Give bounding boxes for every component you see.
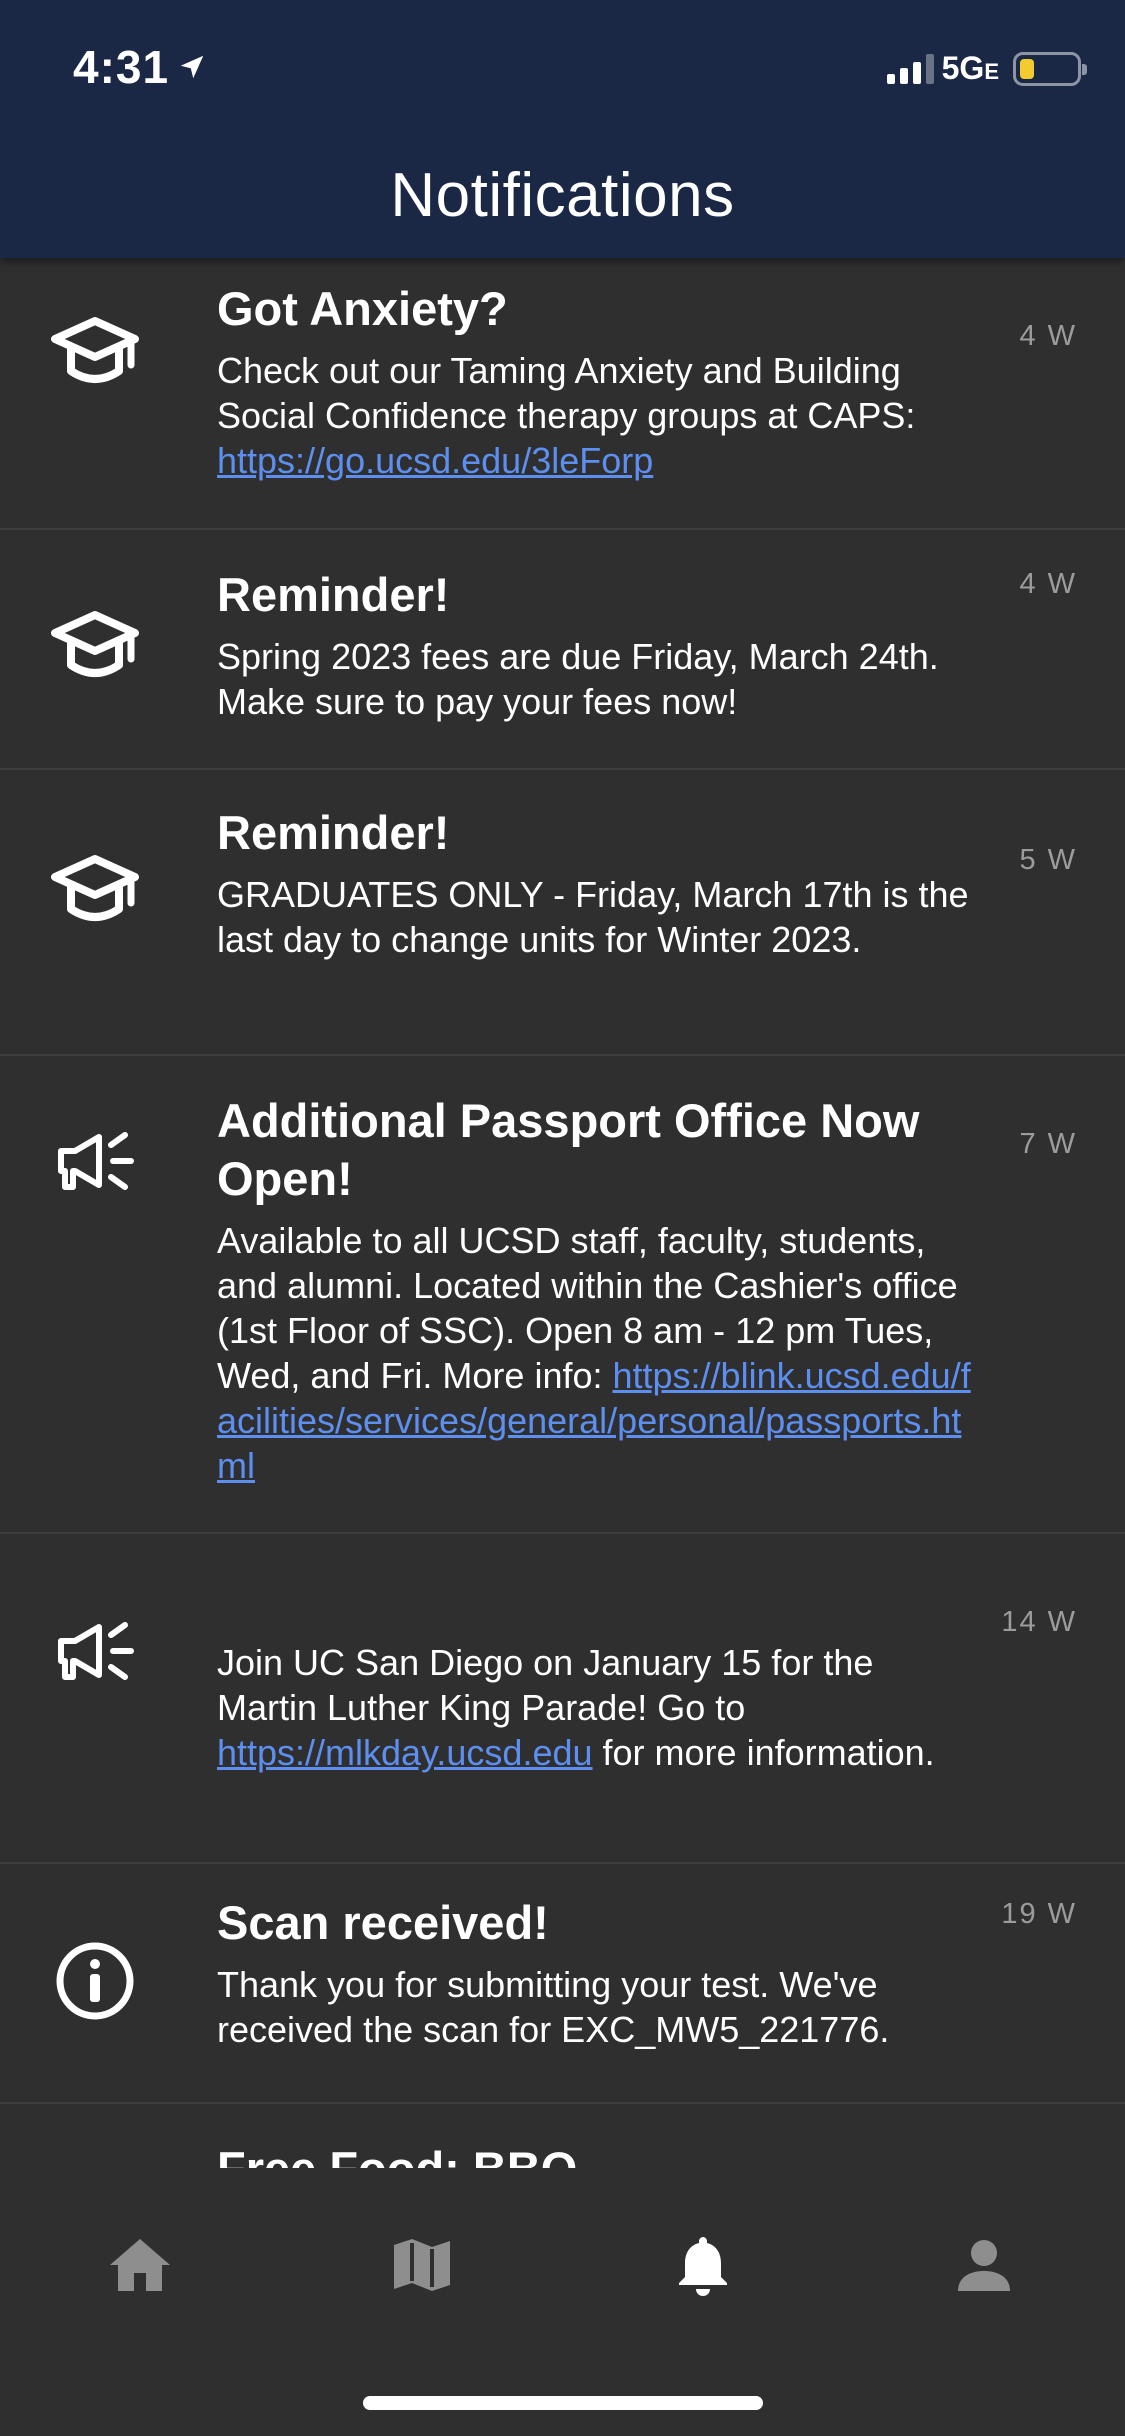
page-title: Notifications	[390, 161, 735, 230]
notification-body: Available to all UCSD staff, faculty, st…	[217, 1218, 975, 1488]
info-icon	[50, 1936, 140, 2026]
graduation-cap-icon	[50, 846, 140, 936]
graduation-cap-icon	[50, 602, 140, 692]
location-arrow-icon	[180, 55, 204, 79]
home-indicator[interactable]	[363, 2396, 763, 2410]
status-bar: 4:31 5GE	[0, 0, 1125, 140]
notification-item[interactable]: Reminder! Spring 2023 fees are due Frida…	[0, 530, 1125, 770]
notification-age: 4 W	[1019, 320, 1077, 352]
notification-title: Free Food: BBQ	[217, 2140, 975, 2168]
map-icon	[394, 2239, 450, 2291]
notification-link[interactable]: https://go.ucsd.edu/3leForp	[217, 440, 653, 481]
status-indicators: 5GE	[886, 50, 1087, 87]
notification-text: Check out our Taming Anxiety and Buildin…	[217, 350, 916, 436]
notification-text-after: for more information.	[592, 1732, 935, 1773]
notification-body: Join UC San Diego on January 15 for the …	[217, 1640, 975, 1775]
notification-age: 14 W	[1001, 1606, 1077, 1638]
notification-title: Got Anxiety?	[217, 282, 508, 335]
megaphone-icon	[50, 1116, 140, 1206]
notification-title: Reminder!	[217, 806, 450, 859]
notification-body: GRADUATES ONLY - Friday, March 17th is t…	[217, 874, 969, 960]
notification-body: Spring 2023 fees are due Friday, March 2…	[217, 636, 939, 722]
battery-level	[1020, 58, 1034, 79]
network-label: 5G	[941, 50, 985, 86]
person-icon	[958, 2240, 1010, 2291]
tab-map[interactable]	[382, 2225, 462, 2305]
tab-profile[interactable]	[944, 2225, 1024, 2305]
notification-title: Additional Passport Office Now Open!	[217, 1094, 920, 1205]
notification-age: 5 W	[1019, 844, 1077, 876]
notification-age: 7 W	[1019, 1128, 1077, 1160]
home-icon	[110, 2239, 170, 2291]
network-type: 5GE	[942, 50, 999, 87]
battery-icon	[1013, 51, 1087, 86]
notification-link[interactable]: https://mlkday.ucsd.edu	[217, 1732, 593, 1773]
notification-list[interactable]: Got Anxiety? Check out our Taming Anxiet…	[0, 258, 1125, 2168]
notification-text: Join UC San Diego on January 15 for the …	[217, 1642, 874, 1728]
notification-title: Reminder!	[217, 568, 450, 621]
notification-age: 19 W	[1001, 1898, 1077, 1930]
notification-item[interactable]: Additional Passport Office Now Open! Ava…	[0, 1056, 1125, 1534]
notification-age: 4 W	[1019, 568, 1077, 600]
tab-home[interactable]	[100, 2225, 180, 2305]
megaphone-icon	[50, 1606, 140, 1696]
notification-title: Scan received!	[217, 1896, 549, 1949]
graduation-cap-icon	[50, 308, 140, 398]
network-suffix: E	[984, 59, 999, 84]
notification-item[interactable]: Got Anxiety? Check out our Taming Anxiet…	[0, 258, 1125, 530]
notification-item[interactable]: Reminder! GRADUATES ONLY - Friday, March…	[0, 770, 1125, 1056]
notification-item[interactable]: Free Food: BBQ	[0, 2104, 1125, 2168]
status-time: 4:31	[73, 40, 207, 94]
notification-body: Check out our Taming Anxiety and Buildin…	[217, 348, 975, 483]
tab-notifications[interactable]	[663, 2225, 743, 2305]
header: 4:31 5GE Notifications	[0, 0, 1125, 258]
time-text: 4:31	[73, 41, 170, 93]
bell-icon	[679, 2237, 727, 2296]
cellular-signal-icon	[886, 53, 934, 84]
notification-body: Thank you for submitting your test. We'v…	[217, 1964, 890, 2050]
notification-item[interactable]: Join UC San Diego on January 15 for the …	[0, 1534, 1125, 1864]
notification-item[interactable]: Scan received! Thank you for submitting …	[0, 1864, 1125, 2104]
